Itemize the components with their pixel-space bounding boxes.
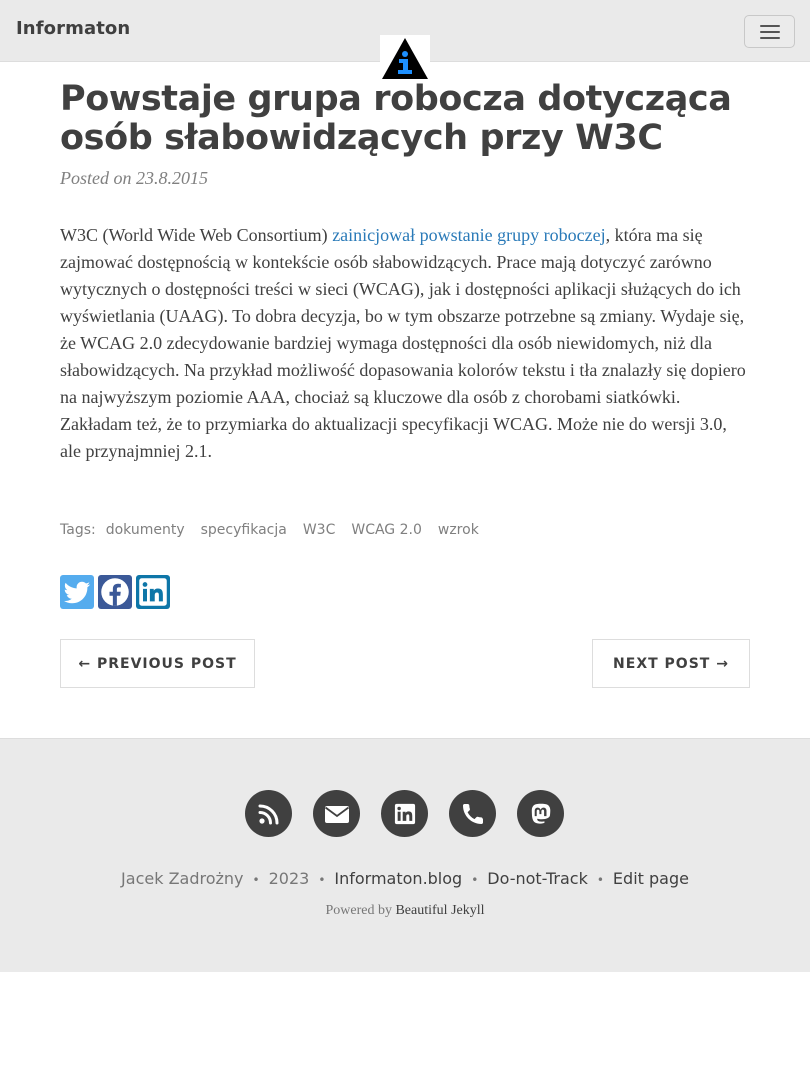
post-body-text: W3C (World Wide Web Consortium) — [60, 225, 333, 245]
hamburger-menu-icon — [760, 25, 780, 27]
footer-copyright: Jacek Zadrożny • 2023 • Informaton.blog • Do-n… — [0, 869, 810, 888]
share-twitter-button[interactable] — [60, 575, 94, 609]
footer-separator: • — [596, 873, 604, 887]
share-facebook-button[interactable] — [98, 575, 132, 609]
footer-mastodon-link[interactable] — [517, 790, 564, 837]
footer-rss-link[interactable] — [245, 790, 292, 837]
footer-email-link[interactable] — [313, 790, 360, 837]
post-meta-date: Posted on 23.8.2015 — [60, 168, 208, 188]
tag-link[interactable]: W3C — [303, 522, 336, 538]
share-buttons — [60, 575, 170, 609]
footer-edit-page-link[interactable]: Edit page — [613, 869, 689, 888]
info-triangle-logo — [382, 38, 428, 79]
phone-icon — [462, 803, 483, 824]
previous-post-button[interactable]: ← PREVIOUS POST — [60, 639, 255, 688]
footer: Jacek Zadrożny • 2023 • Informaton.blog • Do-n… — [0, 738, 810, 972]
tag-link[interactable]: specyfikacja — [201, 522, 287, 538]
footer-phone-link[interactable] — [449, 790, 496, 837]
linkedin-icon — [394, 803, 415, 824]
tags-label: Tags: — [60, 522, 96, 538]
footer-linkedin-link[interactable] — [381, 790, 428, 837]
powered-by-text: Powered by — [325, 903, 396, 918]
footer-author: Jacek Zadrożny — [121, 869, 244, 888]
footer-social-links — [245, 790, 564, 837]
share-linkedin-button[interactable] — [136, 575, 170, 609]
post-title: Powstaje grupa robocza dotycząca osób sł… — [60, 79, 732, 158]
mastodon-icon — [531, 803, 550, 824]
avatar[interactable] — [380, 35, 430, 81]
linkedin-icon — [139, 578, 167, 606]
tag-link[interactable]: wzrok — [438, 522, 479, 538]
footer-year: 2023 — [268, 869, 310, 888]
tags-list: Tags: dokumenty specyfikacja W3C WCAG 2.… — [60, 522, 495, 538]
post-body-text: , która ma się zajmować dostępnością w k… — [60, 225, 746, 461]
site-brand-link[interactable]: Informaton — [16, 18, 130, 39]
tag-link[interactable]: WCAG 2.0 — [351, 522, 422, 538]
navbar-toggle-button[interactable] — [744, 15, 795, 48]
tag-link[interactable]: dokumenty — [106, 522, 185, 538]
footer-site-link[interactable]: Informaton.blog — [334, 869, 462, 888]
footer-separator: • — [252, 873, 260, 887]
post-body: W3C (World Wide Web Consortium) zainicjo… — [60, 222, 750, 465]
post-body-link[interactable]: zainicjował powstanie grupy roboczej — [332, 225, 605, 245]
facebook-icon — [101, 578, 129, 606]
next-post-button[interactable]: NEXT POST → — [592, 639, 750, 688]
footer-separator: • — [471, 873, 479, 887]
twitter-icon — [63, 581, 91, 604]
footer-powered-by: Powered by Beautiful Jekyll — [0, 903, 810, 919]
rss-icon — [258, 804, 278, 824]
beautiful-jekyll-link[interactable]: Beautiful Jekyll — [395, 903, 484, 918]
envelope-icon — [324, 805, 349, 823]
footer-separator: • — [318, 873, 326, 887]
hamburger-bar — [760, 31, 780, 33]
footer-dnt-link[interactable]: Do-not-Track — [487, 869, 588, 888]
hamburger-bar — [760, 37, 780, 39]
